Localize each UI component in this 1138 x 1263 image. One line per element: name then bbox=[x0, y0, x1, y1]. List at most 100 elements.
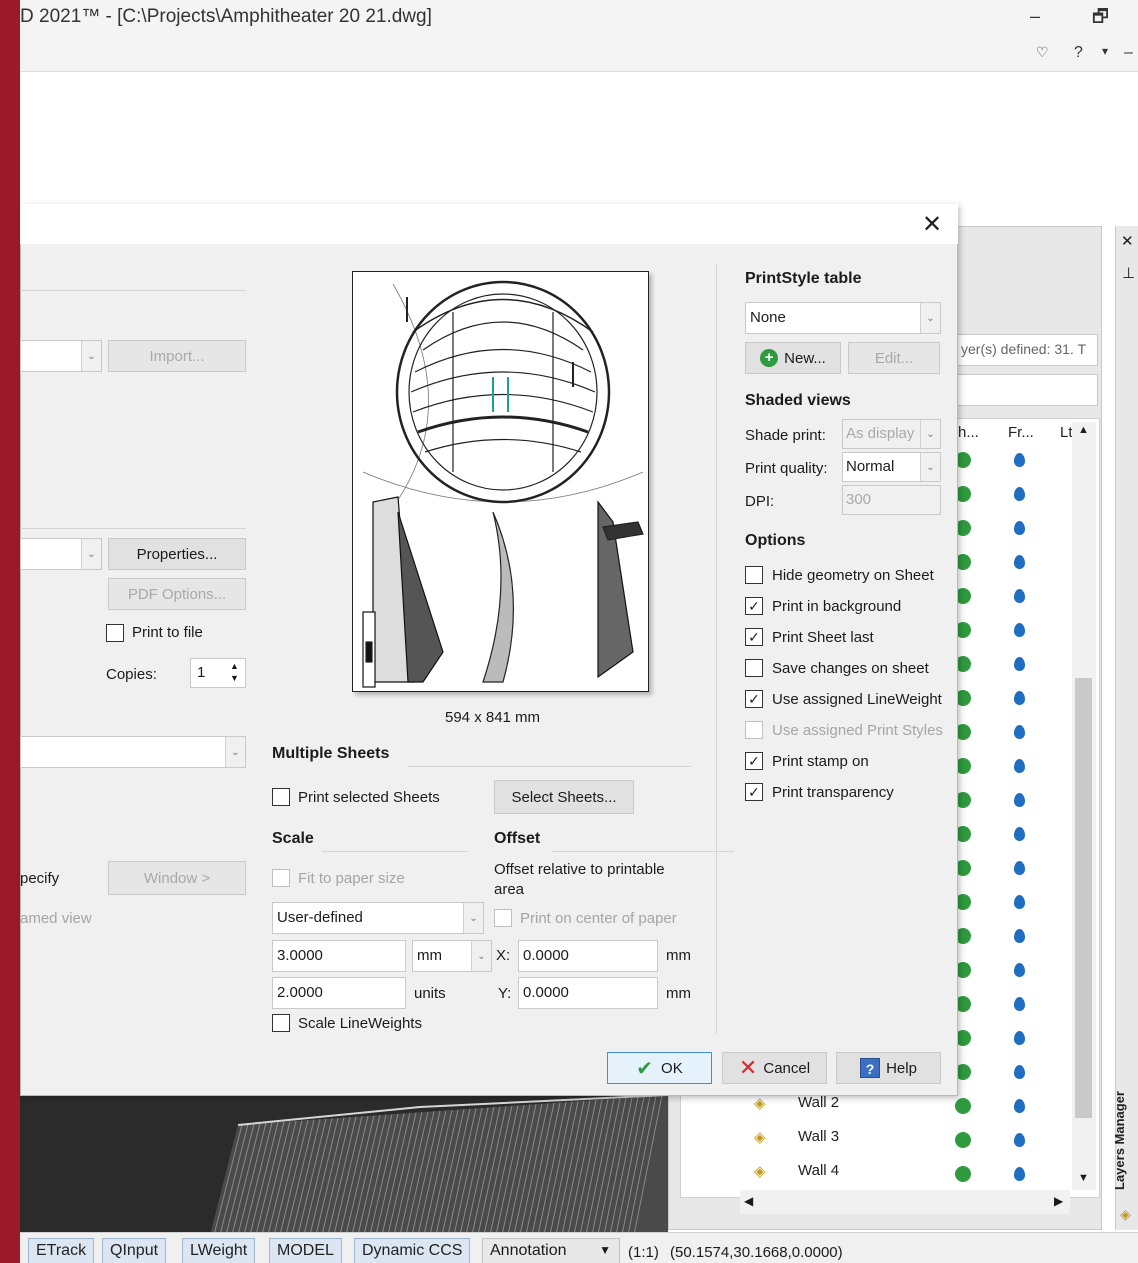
qinput-button[interactable]: QInput bbox=[102, 1238, 167, 1263]
printstyle-combo[interactable]: None ⌄ bbox=[745, 302, 941, 334]
option-checkbox[interactable]: ✓ bbox=[745, 690, 763, 708]
layer-on-icon[interactable] bbox=[955, 1098, 971, 1114]
model-button[interactable]: MODEL bbox=[269, 1238, 342, 1263]
layer-freeze-icon[interactable] bbox=[1014, 487, 1025, 501]
help-icon[interactable]: ? bbox=[1074, 44, 1083, 62]
print-selected-sheets-checkbox[interactable] bbox=[272, 788, 290, 806]
layer-freeze-icon[interactable] bbox=[1014, 759, 1025, 773]
option-checkbox[interactable]: ✓ bbox=[745, 597, 763, 615]
cursor-coordinates: (50.1574,30.1668,0.0000) bbox=[670, 1244, 843, 1261]
separator bbox=[716, 264, 717, 1034]
scale-value-1-input[interactable]: 3.0000 bbox=[272, 940, 406, 972]
layers-horizontal-scrollbar[interactable] bbox=[740, 1190, 1070, 1214]
layers-col-header-2[interactable]: Fr... bbox=[1008, 424, 1034, 441]
layer-freeze-icon[interactable] bbox=[1014, 1099, 1025, 1113]
layers-tab-icon[interactable]: ◈ bbox=[1120, 1206, 1131, 1223]
scale-mode-combo[interactable]: User-defined ⌄ bbox=[272, 902, 484, 934]
scroll-up-icon[interactable]: ▲ bbox=[1078, 424, 1089, 436]
heart-icon[interactable]: ♡ bbox=[1036, 44, 1049, 61]
restore-button[interactable]: 🗗 bbox=[1092, 4, 1109, 34]
panel-close-icon[interactable]: ✕ bbox=[1121, 232, 1134, 250]
layer-freeze-icon[interactable] bbox=[1014, 725, 1025, 739]
printer-name-combo[interactable]: ⌄ bbox=[20, 538, 102, 570]
layer-freeze-icon[interactable] bbox=[1014, 691, 1025, 705]
layer-on-icon[interactable] bbox=[955, 1166, 971, 1182]
offset-y-input[interactable]: 0.0000 bbox=[518, 977, 658, 1009]
layer-freeze-icon[interactable] bbox=[1014, 657, 1025, 671]
print-to-file-checkbox[interactable] bbox=[106, 624, 124, 642]
dialog-close-button[interactable]: ✕ bbox=[922, 210, 942, 239]
scroll-left-icon[interactable]: ◀ bbox=[744, 1194, 753, 1208]
layer-freeze-icon[interactable] bbox=[1014, 793, 1025, 807]
annotation-dropdown[interactable]: Annotation ▼ bbox=[482, 1238, 620, 1263]
ok-button[interactable]: ✔ OK bbox=[607, 1052, 712, 1084]
offset-x-input[interactable]: 0.0000 bbox=[518, 940, 658, 972]
window-title: D 2021™ - [C:\Projects\Amphitheater 20 2… bbox=[20, 6, 432, 27]
properties-button[interactable]: Properties... bbox=[108, 538, 246, 570]
copies-spinner[interactable]: ▲ ▼ bbox=[230, 660, 239, 684]
new-printstyle-button[interactable]: + New... bbox=[745, 342, 841, 374]
layers-search-input[interactable] bbox=[956, 374, 1098, 406]
ribbon-minimize-icon[interactable]: – bbox=[1124, 44, 1133, 62]
cancel-button[interactable]: ✕ Cancel bbox=[722, 1052, 827, 1084]
offset-heading: Offset bbox=[494, 830, 541, 847]
etrack-button[interactable]: ETrack bbox=[28, 1238, 95, 1263]
scale-unit-combo[interactable]: mm ⌄ bbox=[412, 940, 492, 972]
edit-printstyle-button[interactable]: Edit... bbox=[848, 342, 940, 374]
layers-col-header-3[interactable]: Lt bbox=[1060, 424, 1073, 441]
layer-freeze-icon[interactable] bbox=[1014, 1065, 1025, 1079]
layer-freeze-icon[interactable] bbox=[1014, 555, 1025, 569]
printer-config-combo[interactable]: ⌄ bbox=[20, 340, 102, 372]
layer-on-icon[interactable] bbox=[955, 1132, 971, 1148]
print-center-checkbox[interactable] bbox=[494, 909, 512, 927]
layers-col-header-1[interactable]: h... bbox=[958, 424, 979, 441]
scroll-right-icon[interactable]: ▶ bbox=[1054, 1194, 1063, 1208]
pin-icon[interactable]: ⊥ bbox=[1122, 264, 1135, 282]
paper-size-combo[interactable]: ⌄ bbox=[20, 736, 246, 768]
help-button[interactable]: ? Help bbox=[836, 1052, 941, 1084]
layer-freeze-icon[interactable] bbox=[1014, 861, 1025, 875]
import-button[interactable]: Import... bbox=[108, 340, 246, 372]
drawing-viewport[interactable] bbox=[20, 1094, 669, 1236]
option-checkbox[interactable]: ✓ bbox=[745, 783, 763, 801]
scale-value-2-input[interactable]: 2.0000 bbox=[272, 977, 406, 1009]
dynamic-ccs-button[interactable]: Dynamic CCS bbox=[354, 1238, 471, 1263]
layer-freeze-icon[interactable] bbox=[1014, 623, 1025, 637]
layer-freeze-icon[interactable] bbox=[1014, 997, 1025, 1011]
option-checkbox[interactable] bbox=[745, 659, 763, 677]
layer-freeze-icon[interactable] bbox=[1014, 521, 1025, 535]
layer-freeze-icon[interactable] bbox=[1014, 453, 1025, 467]
layer-freeze-icon[interactable] bbox=[1014, 895, 1025, 909]
option-checkbox[interactable] bbox=[745, 721, 763, 739]
option-checkbox[interactable] bbox=[745, 566, 763, 584]
layer-freeze-icon[interactable] bbox=[1014, 827, 1025, 841]
pdf-options-button[interactable]: PDF Options... bbox=[108, 578, 246, 610]
layer-name[interactable]: Wall 2 bbox=[798, 1094, 839, 1111]
layer-name[interactable]: Wall 3 bbox=[798, 1128, 839, 1145]
scroll-down-icon[interactable]: ▼ bbox=[1078, 1172, 1089, 1184]
minimize-button[interactable]: – bbox=[1030, 6, 1040, 27]
fit-to-paper-checkbox[interactable] bbox=[272, 869, 290, 887]
option-checkbox[interactable]: ✓ bbox=[745, 628, 763, 646]
layer-freeze-icon[interactable] bbox=[1014, 1167, 1025, 1181]
option-label: Use assigned Print Styles bbox=[772, 722, 943, 739]
layer-freeze-icon[interactable] bbox=[1014, 589, 1025, 603]
scale-lineweights-checkbox[interactable] bbox=[272, 1014, 290, 1032]
option-checkbox[interactable]: ✓ bbox=[745, 752, 763, 770]
layers-scroll-thumb[interactable] bbox=[1075, 678, 1092, 1118]
layer-freeze-icon[interactable] bbox=[1014, 963, 1025, 977]
select-sheets-button[interactable]: Select Sheets... bbox=[494, 780, 634, 814]
layer-freeze-icon[interactable] bbox=[1014, 1031, 1025, 1045]
print-quality-combo[interactable]: Normal ⌄ bbox=[842, 452, 941, 482]
chevron-down-icon[interactable]: ▾ bbox=[1102, 44, 1108, 58]
layer-name[interactable]: Wall 4 bbox=[798, 1162, 839, 1179]
window-button[interactable]: Window > bbox=[108, 861, 246, 895]
dpi-input[interactable]: 300 bbox=[842, 485, 941, 515]
lweight-button[interactable]: LWeight bbox=[182, 1238, 256, 1263]
layer-freeze-icon[interactable] bbox=[1014, 1133, 1025, 1147]
layer-freeze-icon[interactable] bbox=[1014, 929, 1025, 943]
offset-relative-label: Offset relative to printable area bbox=[494, 861, 665, 898]
layers-manager-tab[interactable]: Layers Manager bbox=[1112, 1091, 1127, 1190]
shade-print-combo[interactable]: As display ⌄ bbox=[842, 419, 941, 449]
right-sidebar bbox=[1115, 226, 1138, 1230]
